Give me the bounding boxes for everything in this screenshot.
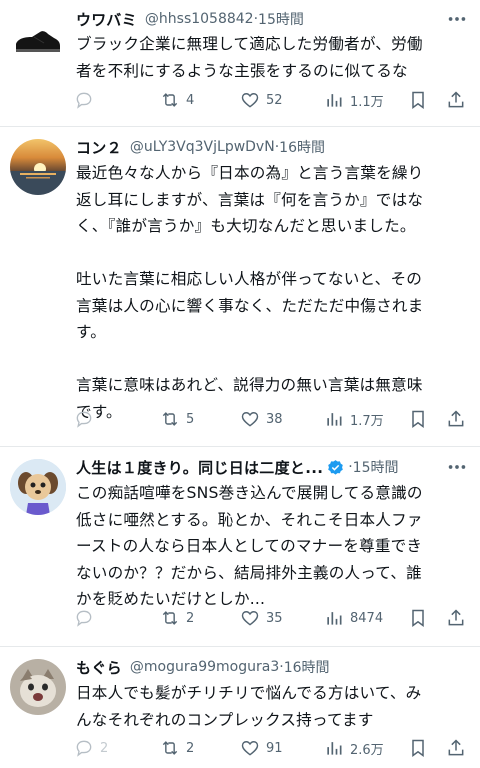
bookmark-icon[interactable] (408, 608, 428, 628)
tweet-text: ブラック企業に無理して適応した労働者が、労働 者を不利にするような主張をするのに… (76, 35, 423, 80)
like-count: 35 (266, 610, 283, 626)
view-count: 8474 (350, 610, 384, 626)
share-icon[interactable] (446, 90, 466, 110)
retweet-button[interactable]: 4 (160, 88, 194, 112)
tweet-text: この痴話喧嘩をSNS巻き込んで展開してる意識の 低さに唖然とする。恥とか、それこ… (76, 484, 423, 608)
tweet-3[interactable]: 人生は１度きり。同じ日は二度と... · 15時間 この痴話喧嘩をSNS巻き込ん… (0, 447, 480, 646)
avatar[interactable] (10, 659, 66, 715)
retweet-count: 4 (186, 92, 195, 108)
reply-button[interactable] (74, 606, 100, 630)
timestamp[interactable]: 15時間 (353, 457, 399, 477)
user-handle[interactable]: @uLY3Vq3VjLpwDvN (130, 139, 275, 155)
tweet-4[interactable]: もぐら @mogura99mogura3 · 16時間 日本人でも髪がチリチリで… (0, 647, 480, 768)
more-options-icon[interactable] (446, 456, 468, 478)
avatar[interactable] (10, 459, 66, 515)
sunset-sea-icon (10, 139, 66, 195)
views-chart-icon (327, 94, 342, 107)
retweet-button[interactable]: 2 (160, 606, 194, 630)
display-name[interactable]: もぐら (76, 657, 122, 678)
tweet-text: 最近色々な人から『日本の為』と言う言葉を繰り 返し耳にしますが、言葉は『何を言う… (76, 164, 424, 421)
more-options-icon[interactable] (446, 8, 468, 30)
avatar[interactable] (10, 10, 66, 66)
share-icon[interactable] (446, 738, 466, 758)
tweet-2[interactable]: コン２ @uLY3Vq3VjLpwDvN · 16時間 最近色々な人から『日本の… (0, 127, 480, 446)
user-handle[interactable]: @hhss1058842 (145, 11, 254, 27)
action-bar: 2 35 8474 (74, 606, 470, 630)
like-count: 52 (266, 92, 283, 108)
retweet-button[interactable]: 2 (160, 736, 194, 760)
retweet-icon (162, 412, 178, 426)
heart-icon (241, 611, 259, 626)
display-name[interactable]: コン２ (76, 137, 122, 158)
view-count: 1.7万 (350, 413, 384, 429)
tweet-header: 人生は１度きり。同じ日は二度と... · 15時間 (76, 456, 470, 478)
tweet-1[interactable]: ウワバミ @hhss1058842 · 15時間 ブラック企業に無理して適応した… (0, 0, 480, 126)
tweet-text: 日本人でも髪がチリチリで悩んでる方はいて、み んなそれぞれのコンプレックス持って… (76, 684, 422, 729)
bookmark-icon[interactable] (408, 738, 428, 758)
views-button[interactable]: 2.6万 (324, 736, 384, 760)
avatar[interactable] (10, 139, 66, 195)
tweet-header: もぐら @mogura99mogura3 · 16時間 (76, 656, 470, 678)
views-button[interactable]: 1.7万 (324, 407, 384, 431)
retweet-count: 5 (186, 411, 195, 427)
like-button[interactable]: 91 (240, 736, 283, 760)
retweet-icon (162, 741, 178, 755)
action-bar: 4 52 1.1万 (74, 88, 470, 112)
bookmark-icon[interactable] (408, 90, 428, 110)
reply-icon (76, 411, 92, 428)
retweet-icon (162, 93, 178, 107)
retweet-count: 2 (186, 740, 195, 756)
heart-icon (241, 741, 259, 756)
bookmark-icon[interactable] (408, 409, 428, 429)
cat-photo-icon (10, 659, 66, 715)
views-chart-icon (327, 612, 342, 625)
retweet-button[interactable]: 5 (160, 407, 194, 431)
like-button[interactable]: 38 (240, 407, 283, 431)
tweet-feed: ウワバミ @hhss1058842 · 15時間 ブラック企業に無理して適応した… (0, 0, 480, 768)
views-chart-icon (327, 413, 342, 426)
reply-count: 2 (100, 740, 109, 756)
share-icon[interactable] (446, 608, 466, 628)
timestamp[interactable]: 15時間 (258, 9, 304, 29)
black-shoe-icon (10, 10, 66, 66)
reply-icon (76, 740, 92, 757)
heart-icon (241, 412, 259, 427)
tweet-header: ウワバミ @hhss1058842 · 15時間 (76, 8, 470, 30)
share-icon[interactable] (446, 409, 466, 429)
like-count: 38 (266, 411, 283, 427)
timestamp[interactable]: 16時間 (284, 657, 330, 677)
display-name[interactable]: 人生は１度きり。同じ日は二度と... (76, 457, 323, 478)
action-bar: 5 38 1.7万 (74, 407, 470, 431)
reply-icon (76, 92, 92, 109)
action-bar: 2 2 91 2.6万 (74, 736, 470, 760)
heart-icon (241, 93, 259, 108)
view-count: 2.6万 (350, 742, 384, 758)
reply-button[interactable]: 2 (74, 736, 108, 760)
retweet-count: 2 (186, 610, 195, 626)
like-button[interactable]: 35 (240, 606, 283, 630)
reply-icon (76, 610, 92, 627)
views-chart-icon (327, 742, 342, 755)
timestamp[interactable]: 16時間 (279, 137, 325, 157)
reply-button[interactable] (74, 407, 100, 431)
views-button[interactable]: 1.1万 (324, 88, 384, 112)
reply-button[interactable] (74, 88, 100, 112)
views-button[interactable]: 8474 (324, 606, 383, 630)
tweet-header: コン２ @uLY3Vq3VjLpwDvN · 16時間 (76, 136, 470, 158)
like-button[interactable]: 52 (240, 88, 283, 112)
user-handle[interactable]: @mogura99mogura3 (130, 659, 279, 675)
dog-cartoon-icon (10, 459, 66, 515)
like-count: 91 (266, 740, 283, 756)
view-count: 1.1万 (350, 94, 384, 110)
display-name[interactable]: ウワバミ (76, 9, 137, 30)
retweet-icon (162, 611, 178, 625)
verified-badge-icon (328, 459, 343, 475)
